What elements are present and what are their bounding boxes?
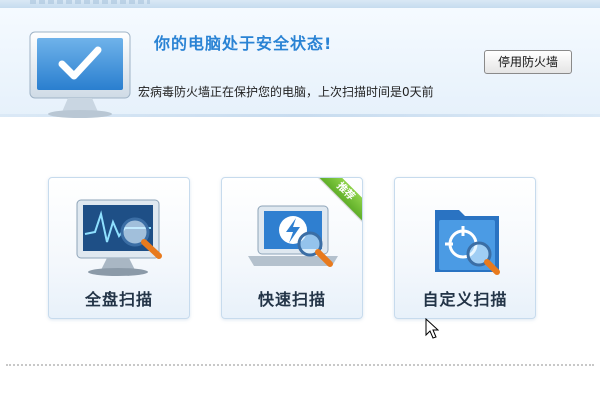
quick-scan-button[interactable]: 推荐 快速扫描 [221,177,363,319]
mouse-cursor-icon [425,318,439,339]
window-title-strip [0,0,600,8]
monitor-check-icon [29,31,131,118]
folder-target-icon [435,210,500,275]
quick-scan-label: 快速扫描 [257,290,326,309]
section-divider [6,364,594,366]
status-title: 你的电脑处于安全状态! [154,34,333,53]
custom-scan-label: 自定义扫描 [422,290,508,309]
full-scan-label: 全盘扫描 [84,290,153,309]
laptop-lightning-icon [248,205,338,267]
custom-scan-button[interactable]: 自定义扫描 [394,177,536,319]
monitor-magnifier-icon [76,199,162,276]
status-description: 宏病毒防火墙正在保护您的电脑，上次扫描时间是0天前 [138,85,434,99]
window-title-fragment [30,0,150,4]
disable-firewall-button[interactable]: 停用防火墙 [484,50,572,74]
full-scan-button[interactable]: 全盘扫描 [48,177,190,319]
